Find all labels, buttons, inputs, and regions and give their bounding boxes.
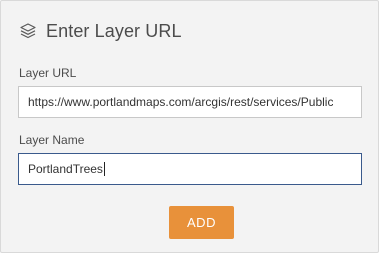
layer-name-label: Layer Name [19, 133, 85, 147]
layer-name-value: PortlandTrees [28, 162, 103, 176]
text-caret [103, 161, 105, 176]
layer-url-input[interactable]: https://www.portlandmaps.com/arcgis/rest… [18, 86, 362, 118]
enter-layer-url-panel: Enter Layer URL Layer URL https://www.po… [0, 0, 379, 253]
layer-name-input[interactable]: PortlandTrees [18, 153, 362, 185]
layers-icon [19, 22, 37, 40]
panel-title: Enter Layer URL [46, 20, 182, 41]
layer-url-value: https://www.portlandmaps.com/arcgis/rest… [28, 95, 334, 109]
panel-header: Enter Layer URL [19, 19, 182, 43]
layer-url-label: Layer URL [19, 66, 77, 80]
add-button[interactable]: ADD [169, 206, 234, 239]
